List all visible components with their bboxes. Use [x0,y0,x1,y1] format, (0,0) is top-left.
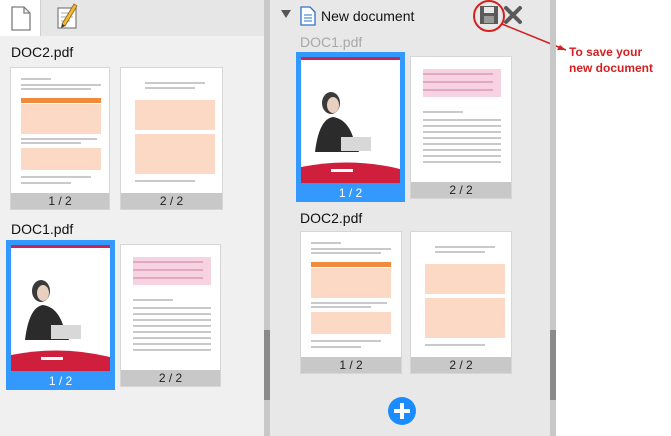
new-document-title: New document [321,8,415,24]
page-number: 2 / 2 [411,182,511,198]
page-preview [125,249,218,370]
add-icon[interactable] [388,397,416,425]
new-doc1-page-1-thumb[interactable]: 1 / 2 [296,52,405,202]
page-preview [301,57,400,183]
page-preview [415,61,509,182]
pages-tab[interactable] [0,0,41,36]
page-preview [415,236,509,357]
doc1-label: DOC1.pdf [11,221,74,237]
page-number: 2 / 2 [121,370,220,386]
page-number: 1 / 2 [6,372,115,390]
scrollbar-thumb[interactable] [550,330,556,400]
collapse-triangle-icon[interactable] [280,9,292,19]
page-number: 1 / 2 [301,357,401,373]
page-number: 1 / 2 [296,184,405,202]
person-photo [301,92,400,183]
new-doc2-label: DOC2.pdf [300,210,363,226]
new-doc2-page-1-thumb[interactable]: 1 / 2 [300,231,402,374]
page-number: 2 / 2 [411,357,511,373]
source-panel: DOC2.pdf 1 / 2 2 / 2 DOC1.pdf 1 / 2 2 / … [0,0,264,436]
page-preview [11,245,110,371]
document-icon [300,6,316,26]
doc2-page-1-thumb[interactable]: 1 / 2 [10,67,110,210]
doc1-page-1-thumb[interactable]: 1 / 2 [6,240,115,390]
page-number: 1 / 2 [11,193,109,209]
doc2-page-2-thumb[interactable]: 2 / 2 [120,67,223,210]
doc2-label: DOC2.pdf [11,44,74,60]
doc1-page-2-thumb[interactable]: 2 / 2 [120,244,221,387]
page-preview [305,236,399,357]
left-toolbar [0,0,264,36]
new-doc1-page-2-thumb[interactable]: 2 / 2 [410,56,512,199]
new-doc1-label: DOC1.pdf [300,34,363,50]
right-scrollbar[interactable] [550,0,556,436]
page-preview [125,72,220,193]
edit-tab[interactable] [46,0,86,36]
page-preview [15,72,107,193]
page-number: 2 / 2 [121,193,222,209]
edit-icon [57,3,78,29]
new-doc2-page-2-thumb[interactable]: 2 / 2 [410,231,512,374]
page-icon [11,6,31,31]
save-annotation-label: To save your new document [569,45,654,75]
person-photo [11,280,110,371]
